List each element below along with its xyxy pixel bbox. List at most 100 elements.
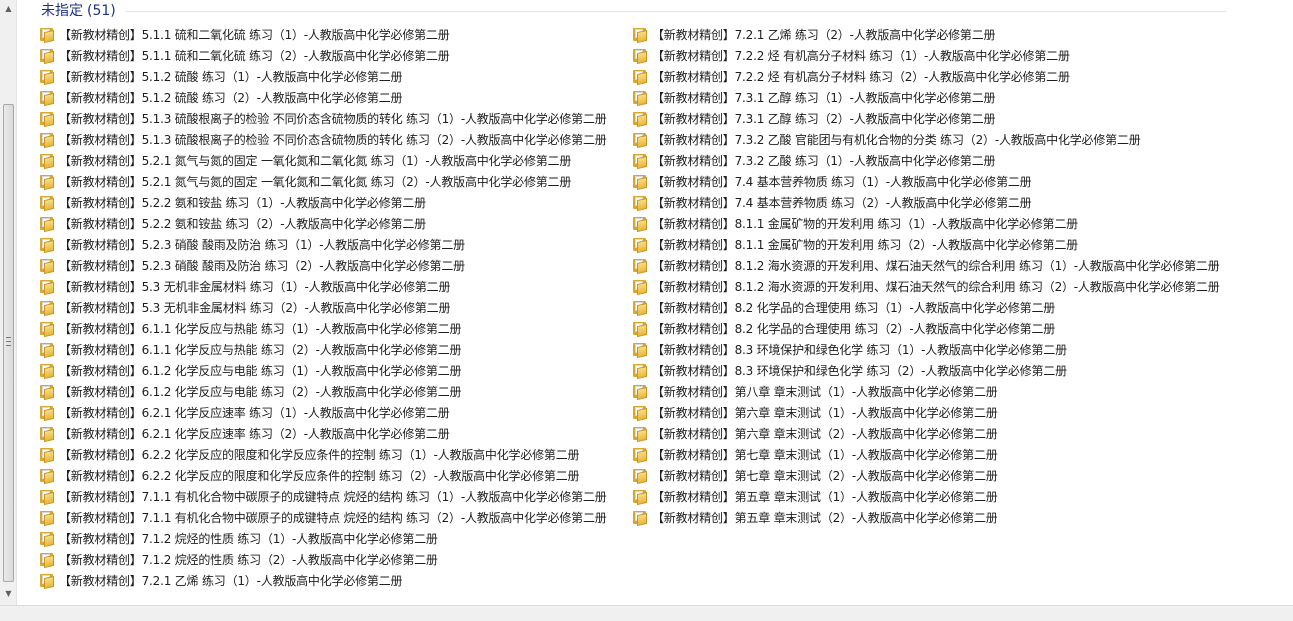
folder-item[interactable]: 【新教材精创】5.3 无机非金属材料 练习（1）-人教版高中化学必修第二册 [39,276,607,297]
folder-item[interactable]: 【新教材精创】第七章 章末测试（1）-人教版高中化学必修第二册 [632,444,1220,465]
folder-item[interactable]: 【新教材精创】5.2.3 硝酸 酸雨及防治 练习（2）-人教版高中化学必修第二册 [39,255,607,276]
folder-item[interactable]: 【新教材精创】5.1.2 硫酸 练习（2）-人教版高中化学必修第二册 [39,87,607,108]
folder-label: 【新教材精创】8.3 环境保护和绿色化学 练习（2）-人教版高中化学必修第二册 [652,364,1067,378]
scroll-up-arrow-icon[interactable]: ▲ [0,0,17,17]
folder-item[interactable]: 【新教材精创】8.1.1 金属矿物的开发利用 练习（2）-人教版高中化学必修第二… [632,234,1220,255]
folder-item[interactable]: 【新教材精创】6.2.1 化学反应速率 练习（1）-人教版高中化学必修第二册 [39,402,607,423]
folder-item[interactable]: 【新教材精创】8.1.2 海水资源的开发利用、煤石油天然气的综合利用 练习（1）… [632,255,1220,276]
folder-item[interactable]: 【新教材精创】7.3.1 乙醇 练习（1）-人教版高中化学必修第二册 [632,87,1220,108]
folder-icon [39,426,55,442]
folder-label: 【新教材精创】6.1.1 化学反应与热能 练习（2）-人教版高中化学必修第二册 [59,343,462,357]
folder-label: 【新教材精创】7.2.1 乙烯 练习（1）-人教版高中化学必修第二册 [59,574,403,588]
folder-icon [632,405,648,421]
folder-item[interactable]: 【新教材精创】5.3 无机非金属材料 练习（2）-人教版高中化学必修第二册 [39,297,607,318]
group-title: 未指定 (51) [41,0,116,20]
folder-item[interactable]: 【新教材精创】7.3.2 乙酸 官能团与有机化合物的分类 练习（2）-人教版高中… [632,129,1220,150]
folder-label: 【新教材精创】6.1.2 化学反应与电能 练习（1）-人教版高中化学必修第二册 [59,364,462,378]
folder-icon [39,405,55,421]
folder-item[interactable]: 【新教材精创】5.2.3 硝酸 酸雨及防治 练习（1）-人教版高中化学必修第二册 [39,234,607,255]
folder-item[interactable]: 【新教材精创】5.1.2 硫酸 练习（1）-人教版高中化学必修第二册 [39,66,607,87]
folder-item[interactable]: 【新教材精创】7.2.1 乙烯 练习（1）-人教版高中化学必修第二册 [39,570,607,591]
folder-item[interactable]: 【新教材精创】第七章 章末测试（2）-人教版高中化学必修第二册 [632,465,1220,486]
folder-item[interactable]: 【新教材精创】第六章 章末测试（1）-人教版高中化学必修第二册 [632,402,1220,423]
scroll-down-arrow-icon[interactable]: ▼ [0,585,17,602]
folder-item[interactable]: 【新教材精创】5.1.3 硫酸根离子的检验 不同价态含硫物质的转化 练习（1）-… [39,108,607,129]
folder-item[interactable]: 【新教材精创】7.3.2 乙酸 练习（1）-人教版高中化学必修第二册 [632,150,1220,171]
folder-label: 【新教材精创】第八章 章末测试（1）-人教版高中化学必修第二册 [652,385,998,399]
folder-icon [39,90,55,106]
folder-label: 【新教材精创】7.1.2 烷烃的性质 练习（2）-人教版高中化学必修第二册 [59,553,438,567]
folder-icon [632,237,648,253]
folder-icon [632,342,648,358]
folder-item[interactable]: 【新教材精创】8.1.2 海水资源的开发利用、煤石油天然气的综合利用 练习（2）… [632,276,1220,297]
folder-label: 【新教材精创】8.1.1 金属矿物的开发利用 练习（1）-人教版高中化学必修第二… [652,217,1078,231]
folder-label: 【新教材精创】5.1.3 硫酸根离子的检验 不同价态含硫物质的转化 练习（1）-… [59,112,607,126]
vertical-scrollbar[interactable]: ▲ ▼ [0,0,17,605]
folder-item[interactable]: 【新教材精创】7.1.1 有机化合物中碳原子的成键特点 烷烃的结构 练习（2）-… [39,507,607,528]
grip-icon [6,337,11,346]
folder-icon [39,48,55,64]
folder-item[interactable]: 【新教材精创】5.1.1 硫和二氧化硫 练习（1）-人教版高中化学必修第二册 [39,24,607,45]
folder-item[interactable]: 【新教材精创】8.3 环境保护和绿色化学 练习（1）-人教版高中化学必修第二册 [632,339,1220,360]
folder-item[interactable]: 【新教材精创】6.1.1 化学反应与热能 练习（1）-人教版高中化学必修第二册 [39,318,607,339]
folder-item[interactable]: 【新教材精创】7.4 基本营养物质 练习（1）-人教版高中化学必修第二册 [632,171,1220,192]
folder-item[interactable]: 【新教材精创】7.2.1 乙烯 练习（2）-人教版高中化学必修第二册 [632,24,1220,45]
file-column-right: 【新教材精创】7.2.1 乙烯 练习（2）-人教版高中化学必修第二册 【新教材精创… [632,24,1220,528]
folder-icon [632,195,648,211]
folder-icon [632,279,648,295]
folder-item[interactable]: 【新教材精创】第六章 章末测试（2）-人教版高中化学必修第二册 [632,423,1220,444]
group-header[interactable]: 未指定 (51) [41,0,1226,20]
folder-item[interactable]: 【新教材精创】6.1.2 化学反应与电能 练习（2）-人教版高中化学必修第二册 [39,381,607,402]
folder-item[interactable]: 【新教材精创】7.1.1 有机化合物中碳原子的成键特点 烷烃的结构 练习（1）-… [39,486,607,507]
folder-icon [632,384,648,400]
folder-item[interactable]: 【新教材精创】8.3 环境保护和绿色化学 练习（2）-人教版高中化学必修第二册 [632,360,1220,381]
folder-icon [632,321,648,337]
folder-label: 【新教材精创】5.1.1 硫和二氧化硫 练习（1）-人教版高中化学必修第二册 [59,28,450,42]
folder-label: 【新教材精创】第五章 章末测试（2）-人教版高中化学必修第二册 [652,511,998,525]
scrollbar-thumb[interactable] [3,104,14,582]
folder-icon [39,174,55,190]
folder-label: 【新教材精创】5.2.2 氨和铵盐 练习（1）-人教版高中化学必修第二册 [59,196,426,210]
folder-icon [39,447,55,463]
folder-item[interactable]: 【新教材精创】7.2.2 烃 有机高分子材料 练习（2）-人教版高中化学必修第二… [632,66,1220,87]
folder-item[interactable]: 【新教材精创】第八章 章末测试（1）-人教版高中化学必修第二册 [632,381,1220,402]
folder-icon [39,153,55,169]
folder-item[interactable]: 【新教材精创】6.2.1 化学反应速率 练习（2）-人教版高中化学必修第二册 [39,423,607,444]
folder-item[interactable]: 【新教材精创】7.1.2 烷烃的性质 练习（1）-人教版高中化学必修第二册 [39,528,607,549]
folder-item[interactable]: 【新教材精创】5.2.2 氨和铵盐 练习（1）-人教版高中化学必修第二册 [39,192,607,213]
folder-icon [632,90,648,106]
folder-item[interactable]: 【新教材精创】7.3.1 乙醇 练习（2）-人教版高中化学必修第二册 [632,108,1220,129]
folder-item[interactable]: 【新教材精创】8.2 化学品的合理使用 练习（1）-人教版高中化学必修第二册 [632,297,1220,318]
folder-label: 【新教材精创】5.3 无机非金属材料 练习（2）-人教版高中化学必修第二册 [59,301,451,315]
folder-label: 【新教材精创】5.1.3 硫酸根离子的检验 不同价态含硫物质的转化 练习（2）-… [59,133,607,147]
folder-item[interactable]: 【新教材精创】5.1.3 硫酸根离子的检验 不同价态含硫物质的转化 练习（2）-… [39,129,607,150]
folder-item[interactable]: 【新教材精创】7.2.2 烃 有机高分子材料 练习（1）-人教版高中化学必修第二… [632,45,1220,66]
folder-item[interactable]: 【新教材精创】6.1.1 化学反应与热能 练习（2）-人教版高中化学必修第二册 [39,339,607,360]
folder-label: 【新教材精创】第五章 章末测试（1）-人教版高中化学必修第二册 [652,490,998,504]
folder-label: 【新教材精创】8.1.2 海水资源的开发利用、煤石油天然气的综合利用 练习（2）… [652,280,1220,294]
folder-icon [39,279,55,295]
folder-label: 【新教材精创】7.3.1 乙醇 练习（2）-人教版高中化学必修第二册 [652,112,996,126]
folder-item[interactable]: 【新教材精创】6.2.2 化学反应的限度和化学反应条件的控制 练习（2）-人教版… [39,465,607,486]
folder-item[interactable]: 【新教材精创】第五章 章末测试（1）-人教版高中化学必修第二册 [632,486,1220,507]
folder-item[interactable]: 【新教材精创】5.2.1 氮气与氮的固定 一氧化氮和二氧化氮 练习（2）-人教版… [39,171,607,192]
folder-icon [39,552,55,568]
folder-item[interactable]: 【新教材精创】5.2.2 氨和铵盐 练习（2）-人教版高中化学必修第二册 [39,213,607,234]
folder-item[interactable]: 【新教材精创】5.1.1 硫和二氧化硫 练习（2）-人教版高中化学必修第二册 [39,45,607,66]
folder-item[interactable]: 【新教材精创】6.1.2 化学反应与电能 练习（1）-人教版高中化学必修第二册 [39,360,607,381]
folder-item[interactable]: 【新教材精创】第五章 章末测试（2）-人教版高中化学必修第二册 [632,507,1220,528]
folder-item[interactable]: 【新教材精创】6.2.2 化学反应的限度和化学反应条件的控制 练习（1）-人教版… [39,444,607,465]
folder-item[interactable]: 【新教材精创】5.2.1 氮气与氮的固定 一氧化氮和二氧化氮 练习（1）-人教版… [39,150,607,171]
folder-label: 【新教材精创】7.3.2 乙酸 练习（1）-人教版高中化学必修第二册 [652,154,996,168]
folder-item[interactable]: 【新教材精创】8.2 化学品的合理使用 练习（2）-人教版高中化学必修第二册 [632,318,1220,339]
folder-icon [632,174,648,190]
folder-item[interactable]: 【新教材精创】8.1.1 金属矿物的开发利用 练习（1）-人教版高中化学必修第二… [632,213,1220,234]
folder-label: 【新教材精创】7.2.2 烃 有机高分子材料 练习（2）-人教版高中化学必修第二… [652,70,1070,84]
folder-label: 【新教材精创】7.1.1 有机化合物中碳原子的成键特点 烷烃的结构 练习（2）-… [59,511,607,525]
folder-label: 【新教材精创】7.2.2 烃 有机高分子材料 练习（1）-人教版高中化学必修第二… [652,49,1070,63]
folder-icon [632,153,648,169]
folder-label: 【新教材精创】5.1.2 硫酸 练习（2）-人教版高中化学必修第二册 [59,91,403,105]
folder-item[interactable]: 【新教材精创】7.1.2 烷烃的性质 练习（2）-人教版高中化学必修第二册 [39,549,607,570]
folder-label: 【新教材精创】5.3 无机非金属材料 练习（1）-人教版高中化学必修第二册 [59,280,451,294]
folder-item[interactable]: 【新教材精创】7.4 基本营养物质 练习（2）-人教版高中化学必修第二册 [632,192,1220,213]
